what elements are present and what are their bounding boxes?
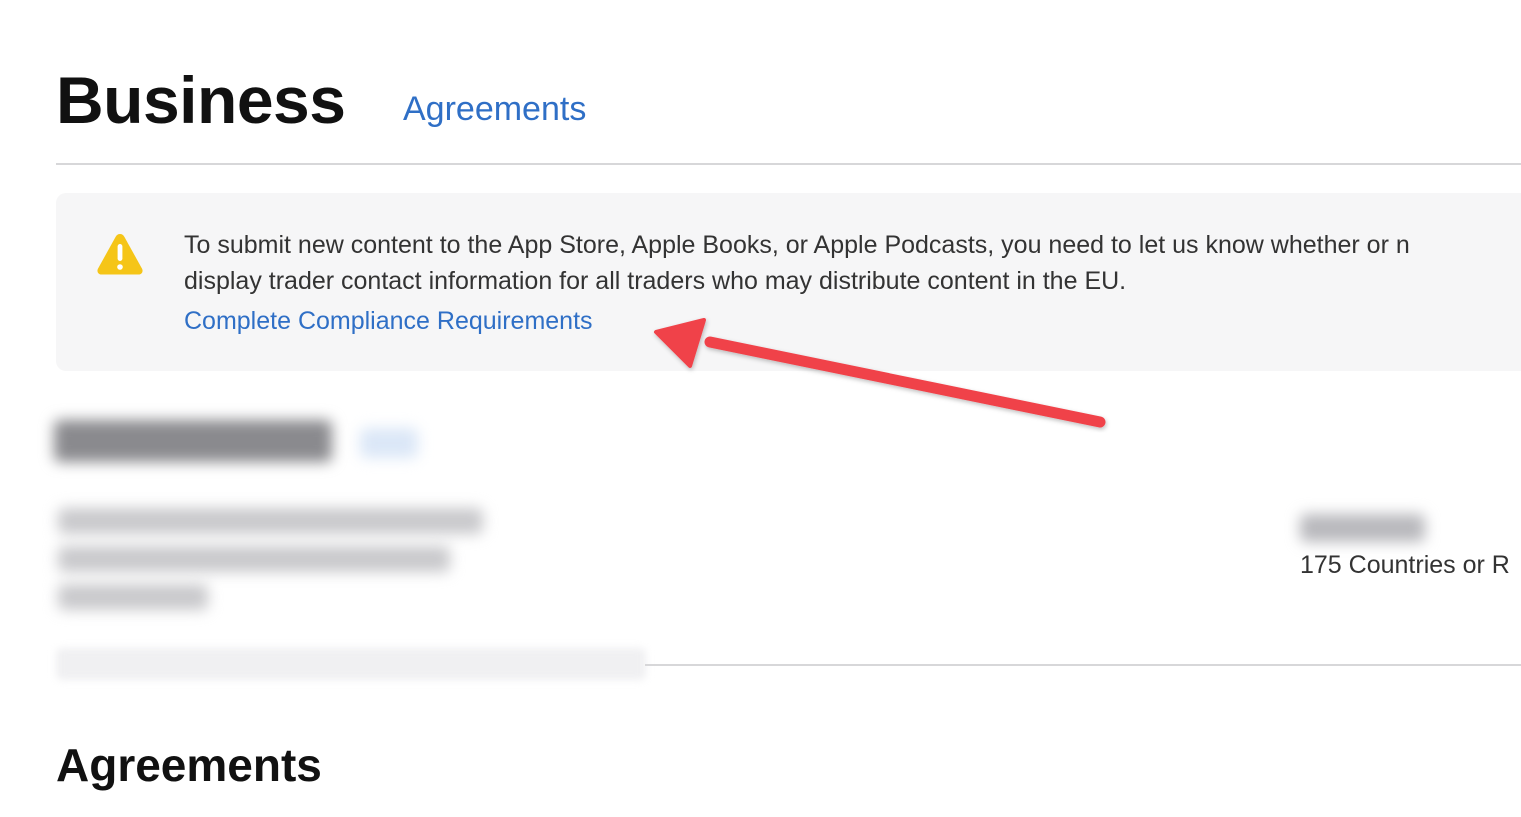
warning-icon <box>97 234 143 275</box>
section-divider <box>645 664 1521 666</box>
page-title: Business <box>56 63 346 137</box>
compliance-notice: To submit new content to the App Store, … <box>56 193 1521 371</box>
redacted-account-name <box>54 420 332 462</box>
page: Business Agreements To submit new conten… <box>0 0 1521 817</box>
redacted-footer-bar <box>56 648 646 680</box>
redacted-address-line-3 <box>58 584 208 610</box>
notice-line-1: To submit new content to the App Store, … <box>184 231 1410 259</box>
redacted-edit-link <box>360 428 418 458</box>
header-divider <box>56 163 1521 165</box>
notice-line-2: display trader contact information for a… <box>184 267 1127 295</box>
notice-message: To submit new content to the App Store, … <box>184 227 1521 299</box>
agreements-section-title: Agreements <box>56 739 322 791</box>
agreements-tab-link[interactable]: Agreements <box>403 88 586 130</box>
redacted-detail-value <box>1300 514 1425 542</box>
redacted-address-line-1 <box>58 508 483 534</box>
complete-compliance-requirements-link[interactable]: Complete Compliance Requirements <box>184 303 593 339</box>
redacted-address-line-2 <box>58 546 450 572</box>
availability-countries: 175 Countries or R <box>1300 551 1510 579</box>
